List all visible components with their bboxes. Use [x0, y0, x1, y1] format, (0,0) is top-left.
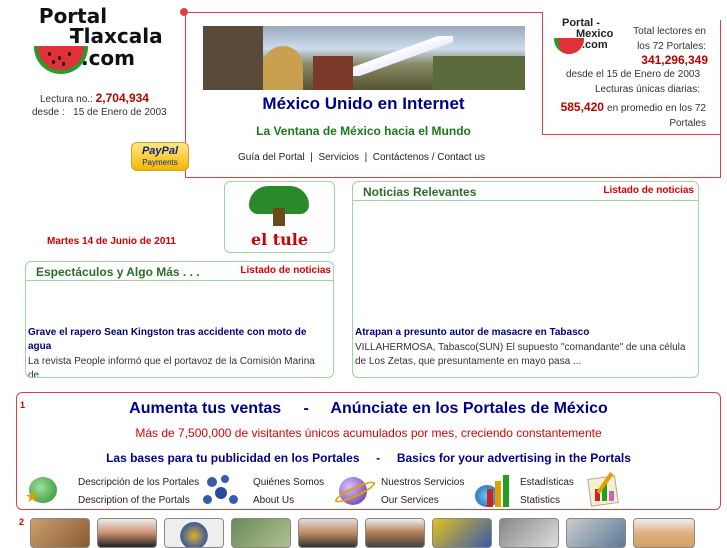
ad-link-2[interactable]: Quiénes Somos About Us: [253, 474, 324, 510]
molecule-icon[interactable]: [203, 473, 241, 507]
espectaculos-list-link[interactable]: Listado de noticias: [240, 265, 331, 276]
tree-icon: [249, 186, 309, 226]
thumbnail-6[interactable]: [365, 518, 425, 548]
ad-link-3-es[interactable]: Nuestros Servicios: [381, 474, 464, 492]
ad-link-4[interactable]: Estadísticas Statistics: [520, 474, 574, 510]
espectaculos-text: La revista People informó que el portavo…: [28, 356, 315, 378]
watermelon-icon: [554, 38, 584, 54]
planet-icon[interactable]: [332, 473, 378, 507]
unique-line: 585,420 en promedio en los 72 Portales: [556, 100, 706, 131]
header-collage-image: [203, 26, 525, 90]
ad-headline-left: Aumenta tus ventas: [129, 400, 282, 417]
bases-en-link[interactable]: Basics for your advertising in the Porta…: [397, 451, 631, 465]
ad-headline-sep: -: [303, 400, 309, 417]
ad-headline-right: Anúnciate en los Portales de México: [330, 400, 608, 417]
ad-link-1-es[interactable]: Descripción de los Portales: [78, 474, 199, 492]
nav-contact-link[interactable]: Contáctenos / Contact us: [373, 152, 485, 163]
top-nav: Guía del Portal | Servicios | Contácteno…: [238, 152, 485, 163]
thumbnail-1[interactable]: [30, 518, 90, 548]
bases-separator: -: [376, 451, 381, 465]
header-subtitle: La Ventana de México hacia el Mundo: [256, 124, 471, 138]
ad-link-2-en[interactable]: About Us: [253, 492, 324, 510]
readings-label: Lectura no.:: [40, 94, 93, 105]
ad-link-4-en[interactable]: Statistics: [520, 492, 574, 510]
paypal-label: PayPal: [141, 145, 179, 157]
espectaculos-title: Espectáculos y Algo Más . . .: [36, 265, 200, 279]
thumbnail-2[interactable]: [97, 518, 157, 548]
unique-label: Lecturas únicas diarias:: [594, 84, 700, 95]
ad-link-3[interactable]: Nuestros Servicios Our Services: [381, 474, 464, 510]
portal-tlaxcala-logo[interactable]: Portal - Tlaxcala .com: [30, 6, 163, 84]
portal-mexico-logo[interactable]: Portal - Mexico .com: [552, 18, 620, 64]
espectaculos-panel: Espectáculos y Algo Más . . . Listado de…: [25, 261, 334, 378]
unique-suffix: en promedio en los 72 Portales: [607, 103, 706, 129]
el-tule-banner[interactable]: el tule: [224, 181, 335, 253]
nav-separator: |: [364, 152, 368, 163]
ad-headline[interactable]: Aumenta tus ventas - Anúnciate en los Po…: [17, 400, 720, 418]
noticias-text: VILLAHERMOSA, Tabasco(SUN) El supuesto "…: [355, 342, 686, 367]
nav-separator: |: [310, 152, 313, 163]
ad-link-3-en[interactable]: Our Services: [381, 492, 464, 510]
advertising-panel: 1 Aumenta tus ventas - Anúnciate en los …: [16, 392, 721, 510]
total-since: desde el 15 de Enero de 2003: [566, 69, 700, 80]
paypal-sublabel: Payments: [142, 158, 178, 167]
bar-chart-icon[interactable]: [471, 473, 509, 507]
unique-value: 585,420: [560, 100, 604, 114]
thumbnail-9[interactable]: [566, 518, 626, 548]
noticias-title: Noticias Relevantes: [363, 185, 477, 199]
thumbnail-8[interactable]: [499, 518, 559, 548]
thumbnail-7[interactable]: [432, 518, 492, 548]
current-date: Martes 14 de Junio de 2011: [47, 236, 176, 247]
readings-since-label: desde :: [32, 107, 65, 118]
ad-link-4-es[interactable]: Estadísticas: [520, 474, 574, 492]
row2-number: 2: [19, 517, 25, 527]
thumbnail-3[interactable]: [164, 518, 224, 548]
header-title: México Unido en Internet: [262, 94, 465, 113]
readings-since: desde : 15 de Enero de 2003: [32, 107, 167, 118]
ad-link-1[interactable]: Descripción de los Portales Description …: [78, 474, 199, 510]
ad-subtitle: Más de 7,500,000 de visitantes únicos ac…: [135, 426, 602, 440]
noticias-relevantes-panel: Noticias Relevantes Listado de noticias …: [352, 181, 699, 378]
bases-es-link[interactable]: Las bases para tu publicidad en los Port…: [106, 451, 359, 465]
espectaculos-headline[interactable]: Grave el rapero Sean Kingston tras accid…: [28, 326, 328, 354]
thumbnail-5[interactable]: [298, 518, 358, 548]
ad-link-2-es[interactable]: Quiénes Somos: [253, 474, 324, 492]
chart-pencil-icon[interactable]: [583, 471, 623, 507]
ad-link-1-en[interactable]: Description of the Portals: [78, 492, 199, 510]
tule-label: el tule: [250, 230, 309, 249]
noticias-headline[interactable]: Atrapan a presunto autor de masacre en T…: [355, 327, 589, 338]
noticias-list-link[interactable]: Listado de noticias: [603, 185, 694, 196]
readings-since-date: 15 de Enero de 2003: [73, 107, 167, 118]
readings-value: 2,704,934: [95, 91, 149, 105]
logo-line2: Tlaxcala: [70, 24, 163, 48]
nav-guide-link[interactable]: Guía del Portal: [238, 152, 305, 163]
paypal-button[interactable]: PayPal Payments: [131, 142, 189, 171]
globe-star-icon[interactable]: ★: [23, 473, 61, 507]
logo-right-line3: .com: [582, 39, 608, 51]
readings-line: Lectura no.: 2,704,934: [40, 91, 149, 105]
nav-services-link[interactable]: Servicios: [318, 152, 359, 163]
watermelon-icon: [34, 46, 88, 74]
thumbnail-10[interactable]: [633, 518, 695, 548]
total-value: 341,296,349: [641, 53, 708, 67]
total-label: Total lectores en los 72 Portales:: [633, 26, 706, 52]
thumbnail-4[interactable]: [231, 518, 291, 548]
ad-bases[interactable]: Las bases para tu publicidad en los Port…: [17, 451, 720, 465]
